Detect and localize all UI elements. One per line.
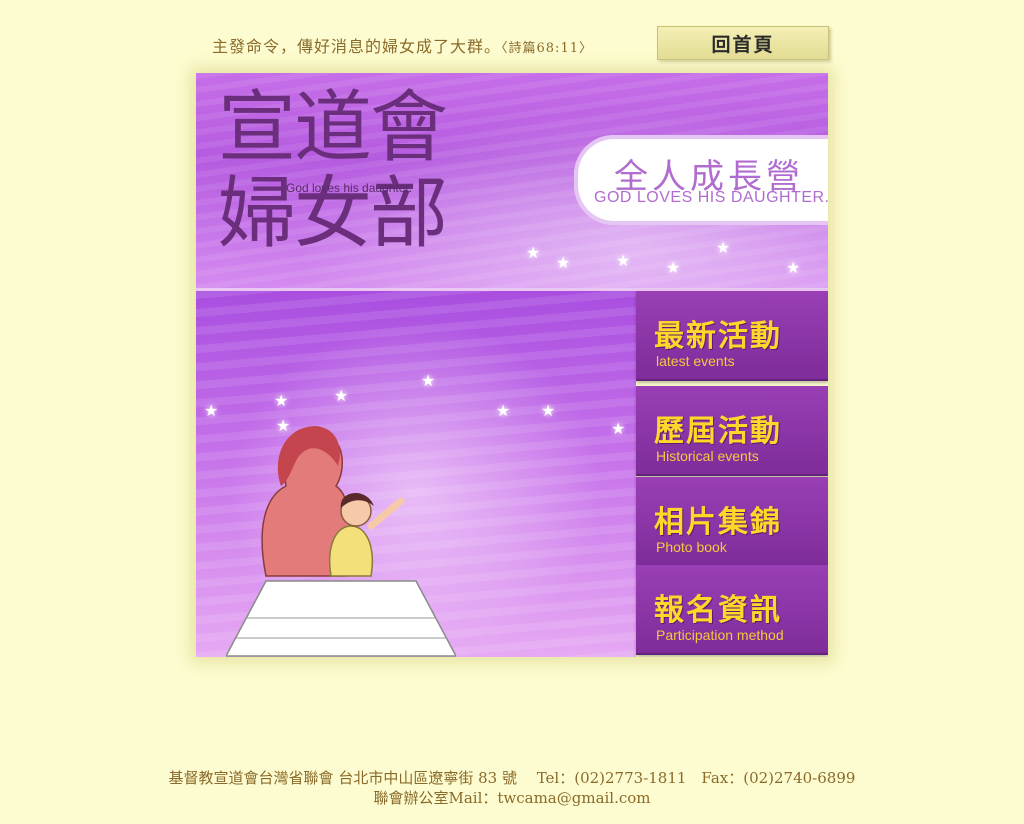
verse-reference: 〈詩篇68:11〉: [501, 41, 593, 56]
menu-label-en: Photo book: [656, 539, 727, 555]
star-icon: ★: [786, 258, 801, 277]
menu-label-en: latest events: [656, 353, 735, 369]
star-icon: ★: [526, 243, 541, 262]
star-icon: ★: [666, 258, 681, 277]
star-icon: ★: [616, 251, 631, 270]
menu-item-photo-book[interactable]: 相片集錦 Photo book: [636, 477, 828, 567]
logo: 宣道會 婦女部 God loves his daughter.: [218, 83, 448, 257]
home-button[interactable]: 回首頁: [657, 26, 829, 60]
star-icon: ★: [204, 401, 219, 420]
menu-item-historical-events[interactable]: 歷屆活動 Historical events: [636, 386, 828, 476]
mother-daughter-illustration: ★ ★ ★ ★ ★ ★ ★ ★: [196, 291, 636, 657]
menu-item-participation[interactable]: 報名資訊 Participation method: [636, 565, 828, 655]
header-banner: 宣道會 婦女部 God loves his daughter. 全人成長營 GO…: [196, 73, 828, 290]
menu-label-zh: 報名資訊: [654, 593, 782, 628]
star-icon: ★: [556, 253, 571, 272]
menu-label-en: Participation method: [656, 627, 784, 643]
star-icon: ★: [611, 419, 626, 438]
star-icon: ★: [496, 401, 511, 420]
verse-text: 主發命令，傳好消息的婦女成了大群。: [212, 37, 502, 56]
menu-label-zh: 歷屆活動: [654, 414, 782, 449]
camp-badge: 全人成長營 GOD LOVES HIS DAUGHTER.: [574, 135, 828, 225]
figures-silhouette: [226, 426, 456, 657]
footer-address: 基督教宣道會台灣省聯會 台北市中山區遼寧街 83 號 Tel：(02)2773-…: [168, 769, 856, 787]
logo-subtitle: God loves his daughter.: [286, 181, 413, 195]
menu-label-en: Historical events: [656, 448, 759, 464]
menu-label-zh: 最新活動: [654, 319, 782, 354]
logo-line-1: 宣道會: [218, 83, 448, 173]
star-icon: ★: [541, 401, 556, 420]
menu-item-latest-events[interactable]: 最新活動 latest events: [636, 291, 828, 381]
scripture-verse: 主發命令，傳好消息的婦女成了大群。〈詩篇68:11〉: [212, 33, 593, 57]
footer: 基督教宣道會台灣省聯會 台北市中山區遼寧街 83 號 Tel：(02)2773-…: [0, 768, 1024, 808]
star-icon: ★: [716, 238, 731, 257]
side-menu: 最新活動 latest events 歷屆活動 Historical event…: [636, 291, 828, 657]
camp-subtitle: GOD LOVES HIS DAUGHTER.: [594, 189, 828, 206]
footer-email: 聯會辦公室Mail：twcama@gmail.com: [373, 789, 651, 807]
main-frame: 宣道會 婦女部 God loves his daughter. 全人成長營 GO…: [196, 73, 828, 657]
menu-label-zh: 相片集錦: [654, 505, 782, 540]
